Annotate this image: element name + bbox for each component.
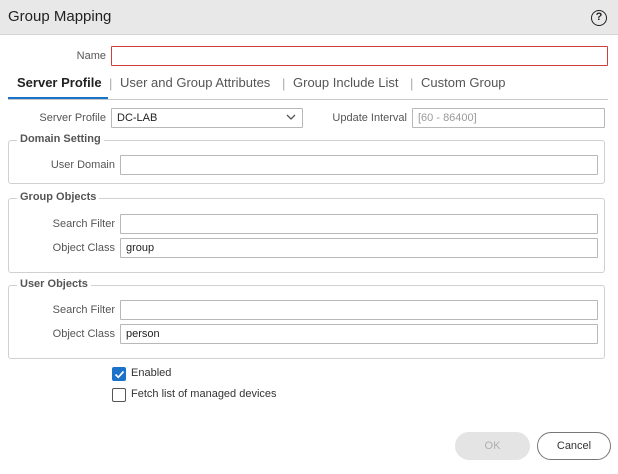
group-object-class-label: Object Class — [52, 242, 115, 254]
user-domain-label: User Domain — [50, 159, 115, 171]
update-interval-input[interactable]: [60 - 86400] — [412, 108, 605, 128]
group-objects-legend: Group Objects — [17, 191, 100, 203]
ok-button[interactable]: OK — [455, 432, 530, 460]
cancel-button[interactable]: Cancel — [537, 432, 611, 460]
user-domain-input[interactable] — [120, 155, 598, 175]
group-search-filter-label: Search Filter — [52, 218, 115, 230]
checkmark-icon — [114, 370, 125, 379]
user-objects-legend: User Objects — [17, 278, 91, 290]
enabled-label: Enabled — [131, 367, 172, 379]
update-interval-placeholder: [60 - 86400] — [418, 112, 477, 124]
help-icon[interactable]: ? — [591, 10, 607, 26]
dialog-title-bar: Group Mapping ? — [0, 0, 618, 35]
user-object-class-label: Object Class — [52, 328, 115, 340]
group-search-filter-input[interactable] — [120, 214, 598, 234]
dialog-title: Group Mapping — [8, 8, 112, 25]
tab-custom-group[interactable]: Custom Group — [421, 75, 506, 90]
tab-server-profile[interactable]: Server Profile — [17, 75, 102, 90]
group-object-class-input[interactable]: group — [120, 238, 598, 258]
server-profile-select[interactable]: DC-LAB — [111, 108, 303, 128]
update-interval-label: Update Interval — [332, 112, 407, 124]
enabled-checkbox[interactable] — [112, 367, 126, 381]
tab-user-and-group-attributes[interactable]: User and Group Attributes — [120, 75, 270, 90]
user-search-filter-input[interactable] — [120, 300, 598, 320]
tab-bar: Server Profile | User and Group Attribut… — [8, 71, 608, 100]
tab-separator: | — [109, 76, 113, 91]
group-objects-group — [8, 198, 605, 273]
server-profile-value: DC-LAB — [117, 112, 158, 124]
name-input[interactable] — [111, 46, 608, 66]
fetch-devices-label: Fetch list of managed devices — [131, 388, 277, 400]
name-label: Name — [76, 50, 106, 62]
tab-separator: | — [410, 76, 414, 91]
server-profile-label: Server Profile — [39, 112, 106, 124]
tab-group-include-list[interactable]: Group Include List — [293, 75, 399, 90]
fetch-devices-checkbox[interactable] — [112, 388, 126, 402]
user-object-class-input[interactable]: person — [120, 324, 598, 344]
user-objects-group — [8, 285, 605, 359]
chevron-down-icon — [286, 114, 296, 120]
domain-setting-legend: Domain Setting — [17, 133, 104, 145]
user-search-filter-label: Search Filter — [52, 304, 115, 316]
active-tab-indicator — [8, 97, 108, 99]
tab-separator: | — [282, 76, 286, 91]
